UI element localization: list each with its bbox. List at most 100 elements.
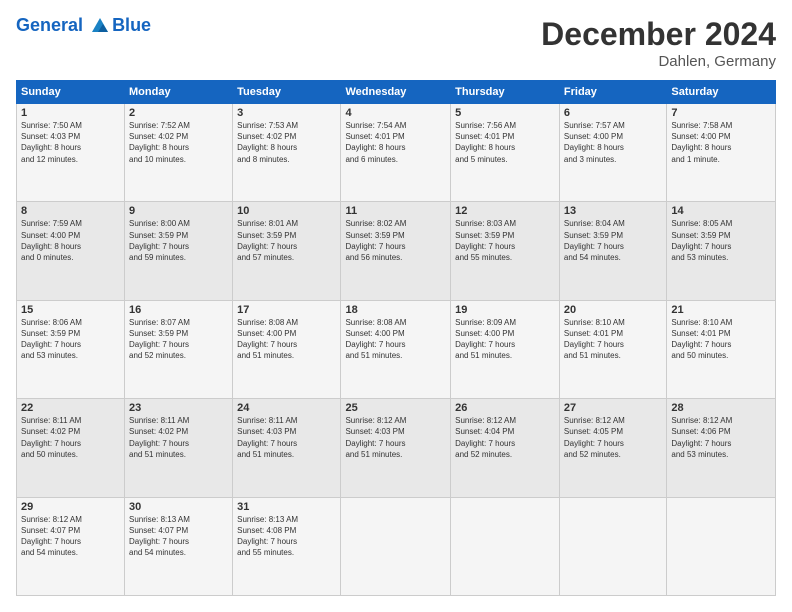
day-cell: 16Sunrise: 8:07 AMSunset: 3:59 PMDayligh… xyxy=(125,300,233,398)
day-cell: 17Sunrise: 8:08 AMSunset: 4:00 PMDayligh… xyxy=(233,300,341,398)
day-number: 29 xyxy=(21,501,120,513)
header-cell-friday: Friday xyxy=(559,81,666,104)
day-detail: Sunrise: 8:01 AMSunset: 3:59 PMDaylight:… xyxy=(237,218,336,263)
header-row: SundayMondayTuesdayWednesdayThursdayFrid… xyxy=(17,81,776,104)
day-number: 12 xyxy=(455,205,555,217)
day-detail: Sunrise: 7:52 AMSunset: 4:02 PMDaylight:… xyxy=(129,120,228,165)
header-cell-wednesday: Wednesday xyxy=(341,81,451,104)
day-number: 18 xyxy=(345,304,446,316)
day-detail: Sunrise: 8:02 AMSunset: 3:59 PMDaylight:… xyxy=(345,218,446,263)
day-detail: Sunrise: 8:07 AMSunset: 3:59 PMDaylight:… xyxy=(129,317,228,362)
day-number: 8 xyxy=(21,205,120,217)
week-row-5: 29Sunrise: 8:12 AMSunset: 4:07 PMDayligh… xyxy=(17,497,776,595)
day-cell: 23Sunrise: 8:11 AMSunset: 4:02 PMDayligh… xyxy=(125,399,233,497)
day-cell: 21Sunrise: 8:10 AMSunset: 4:01 PMDayligh… xyxy=(667,300,776,398)
day-detail: Sunrise: 8:03 AMSunset: 3:59 PMDaylight:… xyxy=(455,218,555,263)
logo-icon xyxy=(90,16,110,36)
day-detail: Sunrise: 8:05 AMSunset: 3:59 PMDaylight:… xyxy=(671,218,771,263)
day-number: 21 xyxy=(671,304,771,316)
day-number: 9 xyxy=(129,205,228,217)
day-number: 16 xyxy=(129,304,228,316)
day-detail: Sunrise: 8:06 AMSunset: 3:59 PMDaylight:… xyxy=(21,317,120,362)
day-number: 13 xyxy=(564,205,662,217)
day-cell: 1Sunrise: 7:50 AMSunset: 4:03 PMDaylight… xyxy=(17,104,125,202)
day-number: 15 xyxy=(21,304,120,316)
day-number: 20 xyxy=(564,304,662,316)
day-cell: 13Sunrise: 8:04 AMSunset: 3:59 PMDayligh… xyxy=(559,202,666,300)
day-detail: Sunrise: 8:11 AMSunset: 4:02 PMDaylight:… xyxy=(129,415,228,460)
day-cell: 29Sunrise: 8:12 AMSunset: 4:07 PMDayligh… xyxy=(17,497,125,595)
week-row-4: 22Sunrise: 8:11 AMSunset: 4:02 PMDayligh… xyxy=(17,399,776,497)
day-cell: 27Sunrise: 8:12 AMSunset: 4:05 PMDayligh… xyxy=(559,399,666,497)
day-detail: Sunrise: 8:13 AMSunset: 4:08 PMDaylight:… xyxy=(237,514,336,559)
header-cell-monday: Monday xyxy=(125,81,233,104)
page: General Blue December 2024 Dahlen, Germa… xyxy=(0,0,792,612)
day-detail: Sunrise: 7:54 AMSunset: 4:01 PMDaylight:… xyxy=(345,120,446,165)
day-cell: 14Sunrise: 8:05 AMSunset: 3:59 PMDayligh… xyxy=(667,202,776,300)
day-cell: 2Sunrise: 7:52 AMSunset: 4:02 PMDaylight… xyxy=(125,104,233,202)
day-number: 11 xyxy=(345,205,446,217)
day-detail: Sunrise: 8:04 AMSunset: 3:59 PMDaylight:… xyxy=(564,218,662,263)
day-detail: Sunrise: 7:57 AMSunset: 4:00 PMDaylight:… xyxy=(564,120,662,165)
day-detail: Sunrise: 7:58 AMSunset: 4:00 PMDaylight:… xyxy=(671,120,771,165)
day-number: 24 xyxy=(237,402,336,414)
day-number: 10 xyxy=(237,205,336,217)
day-cell xyxy=(341,497,451,595)
day-cell: 9Sunrise: 8:00 AMSunset: 3:59 PMDaylight… xyxy=(125,202,233,300)
day-cell: 12Sunrise: 8:03 AMSunset: 3:59 PMDayligh… xyxy=(451,202,560,300)
day-number: 22 xyxy=(21,402,120,414)
day-number: 5 xyxy=(455,107,555,119)
day-cell: 22Sunrise: 8:11 AMSunset: 4:02 PMDayligh… xyxy=(17,399,125,497)
day-detail: Sunrise: 7:53 AMSunset: 4:02 PMDaylight:… xyxy=(237,120,336,165)
day-cell: 20Sunrise: 8:10 AMSunset: 4:01 PMDayligh… xyxy=(559,300,666,398)
day-number: 4 xyxy=(345,107,446,119)
week-row-1: 1Sunrise: 7:50 AMSunset: 4:03 PMDaylight… xyxy=(17,104,776,202)
location: Dahlen, Germany xyxy=(541,53,776,70)
day-detail: Sunrise: 8:10 AMSunset: 4:01 PMDaylight:… xyxy=(564,317,662,362)
week-row-2: 8Sunrise: 7:59 AMSunset: 4:00 PMDaylight… xyxy=(17,202,776,300)
day-cell: 3Sunrise: 7:53 AMSunset: 4:02 PMDaylight… xyxy=(233,104,341,202)
logo-line2: Blue xyxy=(112,16,151,36)
day-detail: Sunrise: 8:11 AMSunset: 4:02 PMDaylight:… xyxy=(21,415,120,460)
day-cell: 5Sunrise: 7:56 AMSunset: 4:01 PMDaylight… xyxy=(451,104,560,202)
day-cell: 10Sunrise: 8:01 AMSunset: 3:59 PMDayligh… xyxy=(233,202,341,300)
day-cell: 26Sunrise: 8:12 AMSunset: 4:04 PMDayligh… xyxy=(451,399,560,497)
day-detail: Sunrise: 7:56 AMSunset: 4:01 PMDaylight:… xyxy=(455,120,555,165)
day-number: 30 xyxy=(129,501,228,513)
header-cell-thursday: Thursday xyxy=(451,81,560,104)
day-detail: Sunrise: 8:08 AMSunset: 4:00 PMDaylight:… xyxy=(345,317,446,362)
day-cell: 28Sunrise: 8:12 AMSunset: 4:06 PMDayligh… xyxy=(667,399,776,497)
day-detail: Sunrise: 8:13 AMSunset: 4:07 PMDaylight:… xyxy=(129,514,228,559)
day-cell: 7Sunrise: 7:58 AMSunset: 4:00 PMDaylight… xyxy=(667,104,776,202)
day-cell: 6Sunrise: 7:57 AMSunset: 4:00 PMDaylight… xyxy=(559,104,666,202)
day-detail: Sunrise: 8:08 AMSunset: 4:00 PMDaylight:… xyxy=(237,317,336,362)
day-number: 6 xyxy=(564,107,662,119)
logo-text: General xyxy=(16,16,112,36)
day-number: 31 xyxy=(237,501,336,513)
day-detail: Sunrise: 8:10 AMSunset: 4:01 PMDaylight:… xyxy=(671,317,771,362)
day-cell: 15Sunrise: 8:06 AMSunset: 3:59 PMDayligh… xyxy=(17,300,125,398)
day-detail: Sunrise: 8:12 AMSunset: 4:04 PMDaylight:… xyxy=(455,415,555,460)
day-detail: Sunrise: 8:12 AMSunset: 4:05 PMDaylight:… xyxy=(564,415,662,460)
day-number: 26 xyxy=(455,402,555,414)
day-detail: Sunrise: 8:12 AMSunset: 4:07 PMDaylight:… xyxy=(21,514,120,559)
day-number: 25 xyxy=(345,402,446,414)
month-title: December 2024 xyxy=(541,16,776,53)
header-cell-tuesday: Tuesday xyxy=(233,81,341,104)
header-cell-sunday: Sunday xyxy=(17,81,125,104)
day-number: 17 xyxy=(237,304,336,316)
day-detail: Sunrise: 7:50 AMSunset: 4:03 PMDaylight:… xyxy=(21,120,120,165)
day-detail: Sunrise: 8:12 AMSunset: 4:03 PMDaylight:… xyxy=(345,415,446,460)
day-number: 19 xyxy=(455,304,555,316)
day-cell: 8Sunrise: 7:59 AMSunset: 4:00 PMDaylight… xyxy=(17,202,125,300)
day-cell xyxy=(667,497,776,595)
header-cell-saturday: Saturday xyxy=(667,81,776,104)
day-cell xyxy=(451,497,560,595)
day-cell: 24Sunrise: 8:11 AMSunset: 4:03 PMDayligh… xyxy=(233,399,341,497)
calendar-table: SundayMondayTuesdayWednesdayThursdayFrid… xyxy=(16,80,776,596)
day-detail: Sunrise: 8:11 AMSunset: 4:03 PMDaylight:… xyxy=(237,415,336,460)
day-number: 1 xyxy=(21,107,120,119)
day-cell xyxy=(559,497,666,595)
day-number: 3 xyxy=(237,107,336,119)
day-number: 2 xyxy=(129,107,228,119)
